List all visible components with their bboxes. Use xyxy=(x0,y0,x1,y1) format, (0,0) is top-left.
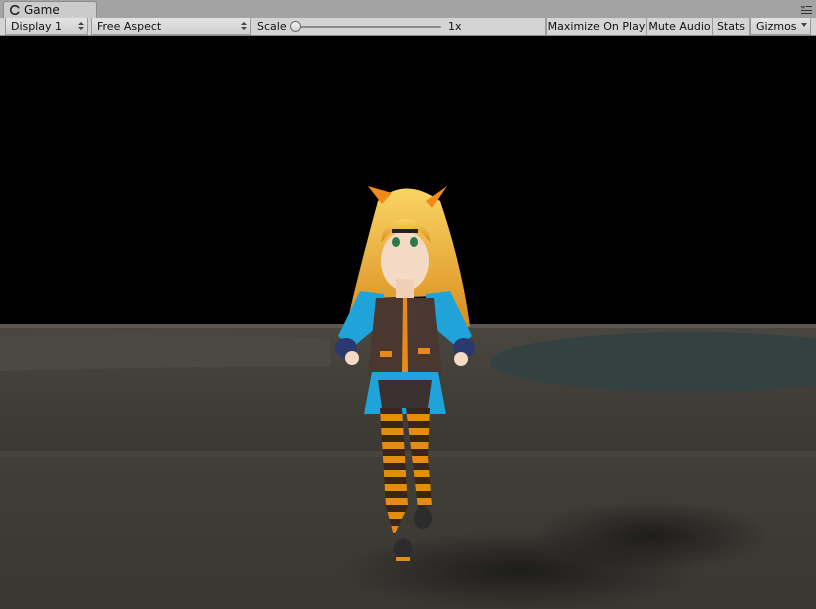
gizmos-label: Gizmos xyxy=(756,20,797,33)
display-dropdown[interactable]: Display 1 xyxy=(5,18,88,35)
maximize-on-play-button[interactable]: Maximize On Play xyxy=(546,18,647,35)
tab-title: Game xyxy=(24,3,60,17)
display-value: Display 1 xyxy=(11,20,63,33)
mute-audio-button[interactable]: Mute Audio xyxy=(647,18,713,35)
dropdown-arrows-icon xyxy=(241,22,247,30)
maximize-label: Maximize On Play xyxy=(547,20,646,33)
tab-menu-icon[interactable] xyxy=(800,4,812,15)
dropdown-arrows-icon xyxy=(78,22,84,30)
scale-value: 1x xyxy=(448,20,462,33)
stats-label: Stats xyxy=(716,20,746,33)
game-scene xyxy=(0,186,816,609)
aspect-dropdown[interactable]: Free Aspect xyxy=(91,18,251,35)
scale-slider-thumb[interactable] xyxy=(290,21,301,32)
aspect-value: Free Aspect xyxy=(97,20,162,33)
game-toolbar: Display 1 Free Aspect Scale 1x Maximize … xyxy=(0,18,816,36)
tab-game[interactable]: Game xyxy=(3,1,97,18)
mute-label: Mute Audio xyxy=(648,20,711,33)
game-controller-icon xyxy=(10,5,20,15)
chevron-down-icon xyxy=(801,23,807,27)
gizmos-dropdown[interactable]: Gizmos xyxy=(750,18,811,35)
scale-label: Scale xyxy=(257,20,287,33)
scale-slider[interactable] xyxy=(295,26,441,28)
stats-button[interactable]: Stats xyxy=(713,18,750,35)
game-window: Game Display 1 Free Aspect Scale 1x Maxi… xyxy=(0,0,816,609)
tab-bar: Game xyxy=(0,0,816,19)
game-viewport[interactable] xyxy=(0,36,816,609)
